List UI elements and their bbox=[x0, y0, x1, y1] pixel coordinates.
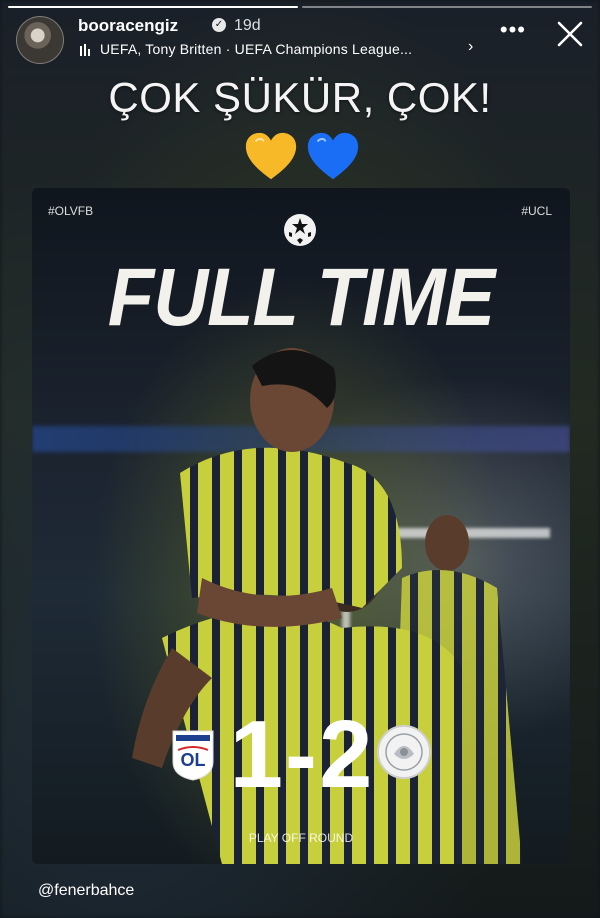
progress-segment bbox=[8, 6, 298, 8]
champions-league-starball-icon bbox=[284, 214, 316, 246]
match-score: 1-2 bbox=[229, 701, 375, 808]
avatar[interactable] bbox=[16, 16, 64, 64]
close-icon[interactable] bbox=[554, 18, 586, 50]
story-progress-bar bbox=[8, 6, 592, 8]
more-options-icon[interactable]: ••• bbox=[500, 19, 526, 41]
yellow-heart-icon bbox=[245, 132, 297, 180]
heart-emojis bbox=[242, 128, 362, 186]
username[interactable]: booracengiz bbox=[78, 16, 178, 36]
post-time: 19d bbox=[234, 17, 261, 34]
story-caption: ÇOK ŞÜKÜR, ÇOK! bbox=[108, 74, 492, 121]
blue-heart-icon bbox=[307, 132, 359, 180]
fenerbahce-crest-icon bbox=[377, 725, 431, 779]
match-round-label: PLAY OFF ROUND bbox=[248, 831, 354, 845]
story-header: booracengiz ✓ 19d UEFA, Tony Britten · U… bbox=[16, 14, 586, 66]
hashtag-match: #OLVFB bbox=[48, 204, 94, 218]
chevron-right-icon[interactable]: › bbox=[468, 38, 473, 56]
match-result-card: #OLVFB #UCL FULL TIME OL 1-2 PLAY OFF RO… bbox=[32, 188, 570, 864]
hashtag-ucl: #UCL bbox=[521, 204, 552, 218]
olympique-lyonnais-crest-icon: OL bbox=[172, 730, 214, 781]
music-bars-icon bbox=[80, 44, 94, 56]
verified-badge-icon: ✓ bbox=[212, 18, 226, 32]
full-time-headline: FULL TIME bbox=[107, 251, 495, 344]
crest-ol-text: OL bbox=[181, 750, 206, 770]
mention-sticker[interactable]: @fenerbahce bbox=[38, 882, 134, 900]
progress-segment bbox=[302, 6, 592, 8]
music-label[interactable]: UEFA, Tony Britten · UEFA Champions Leag… bbox=[100, 41, 412, 57]
